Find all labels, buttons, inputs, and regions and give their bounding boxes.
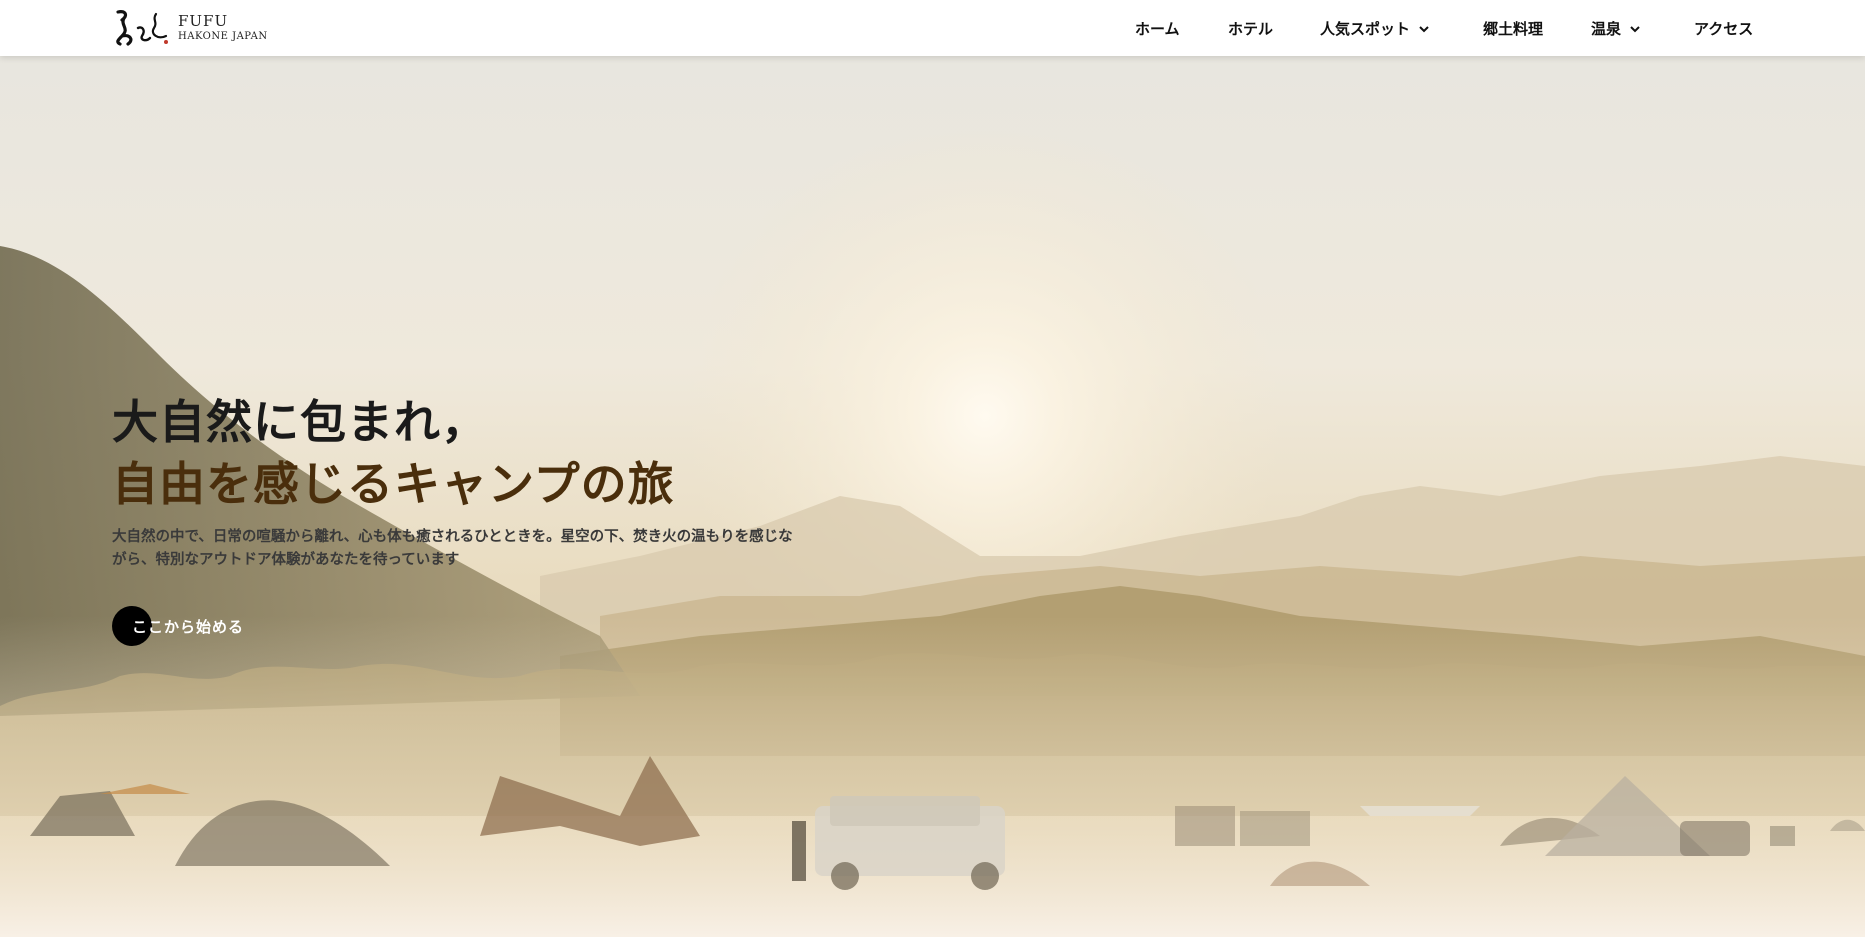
nav-item-label: 温泉	[1591, 20, 1622, 38]
nav-item-label: ホーム	[1135, 20, 1180, 38]
logo-name: FUFU	[178, 12, 229, 30]
fufu-calligraphy-logo-icon	[116, 10, 168, 46]
site-logo[interactable]: FUFU HAKONE JAPAN	[112, 6, 268, 50]
nav-item-onsen[interactable]: 温泉	[1591, 18, 1641, 39]
nav-item-label: 人気スポット	[1320, 20, 1411, 38]
start-here-button[interactable]: ここから始める	[112, 606, 244, 646]
nav-item-hotel[interactable]: ホテル	[1228, 18, 1273, 39]
logo-subtitle: HAKONE JAPAN	[178, 31, 268, 42]
cta-label: ここから始める	[132, 617, 245, 636]
nav-item-access[interactable]: アクセス	[1694, 18, 1753, 39]
nav-item-label: ホテル	[1228, 20, 1274, 38]
hero-headline-line1: 大自然に包まれ，	[112, 395, 488, 449]
chevron-down-icon	[1630, 25, 1640, 32]
hero-description: 大自然の中で、日常の喧騒から離れ、心も体も癒されるひとときを。星空の下、焚き火の…	[112, 529, 793, 568]
hero-headline: 大自然に包まれ， 自由を感じるキャンプの旅	[112, 391, 675, 515]
chevron-down-icon	[1419, 25, 1429, 32]
nav-item-label: 郷土料理	[1483, 20, 1544, 38]
nav-item-label: アクセス	[1694, 20, 1754, 38]
hero-headline-line2: 自由を感じるキャンプの旅	[112, 457, 675, 511]
nav-item-popular-spots[interactable]: 人気スポット	[1320, 18, 1430, 39]
nav-item-local-cuisine[interactable]: 郷土料理	[1483, 18, 1543, 39]
logo-wordmark: FUFU HAKONE JAPAN	[178, 14, 268, 42]
nav-item-home[interactable]: ホーム	[1135, 18, 1180, 39]
site-header: FUFU HAKONE JAPAN ホーム ホテル 人気スポット 郷土料理 温泉…	[0, 0, 1865, 56]
hero-section: 大自然に包まれ， 自由を感じるキャンプの旅 大自然の中で、日常の喧騒から離れ、心…	[0, 56, 1865, 937]
